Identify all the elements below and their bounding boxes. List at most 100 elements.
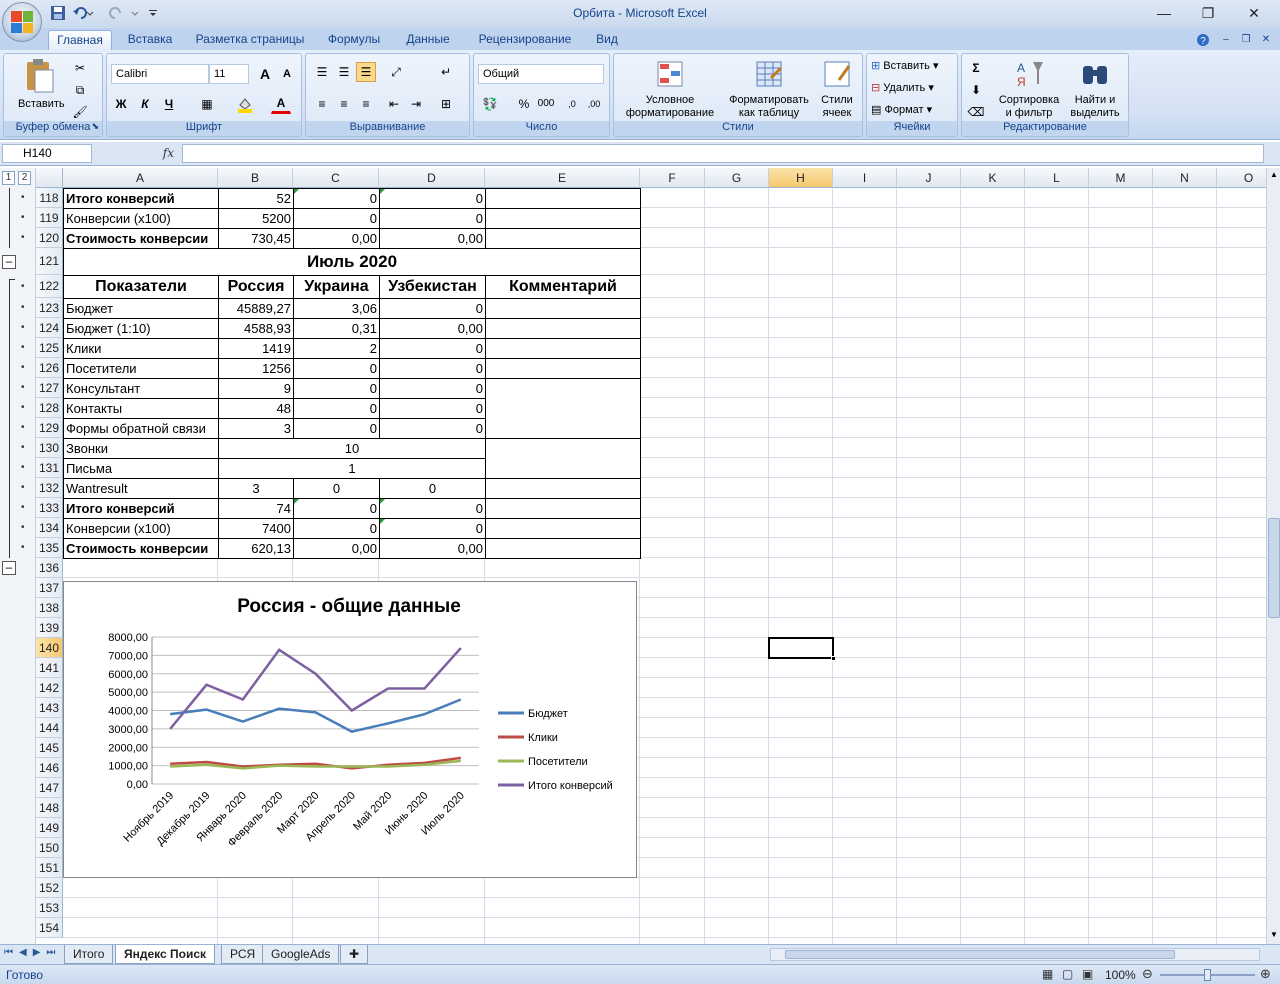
line-chart[interactable]: Россия - общие данные 0,00 1000,00 2000,00 3… <box>63 581 637 878</box>
percent-button[interactable]: % <box>514 94 534 114</box>
increase-decimal-button[interactable]: ,0 <box>562 94 582 114</box>
delete-cells-button[interactable]: ⊟ Удалить ▾ <box>871 82 934 95</box>
conditional-formatting-button[interactable]: Условное форматирование <box>618 58 722 120</box>
align-bottom-icon[interactable]: ☰ <box>356 62 376 82</box>
ribbon-close-icon[interactable]: ✕ <box>1258 30 1274 50</box>
thousands-button[interactable]: 000 <box>536 94 556 114</box>
align-right-icon[interactable]: ≡ <box>356 94 376 114</box>
horizontal-scrollbar[interactable] <box>770 948 1260 961</box>
wrap-text-icon[interactable]: ↵ <box>436 62 456 82</box>
column-header-F[interactable]: F <box>640 168 705 188</box>
tab-review[interactable]: Рецензирование <box>470 30 580 50</box>
row-header-145[interactable]: 145 <box>36 738 63 758</box>
row-header-146[interactable]: 146 <box>36 758 63 778</box>
clear-icon[interactable]: ⌫ <box>966 102 986 122</box>
row-header-120[interactable]: 120 <box>36 228 63 248</box>
row-header-118[interactable]: 118 <box>36 188 63 208</box>
sheet-tab-googleads[interactable]: GoogleAds <box>262 945 340 964</box>
restore-icon[interactable]: ❐ <box>1198 4 1218 22</box>
tab-home[interactable]: Главная <box>48 30 112 50</box>
column-header-B[interactable]: B <box>218 168 293 188</box>
format-as-table-button[interactable]: Форматировать как таблицу <box>724 58 814 120</box>
row-header-131[interactable]: 131 <box>36 458 63 478</box>
autosum-button[interactable]: Σ <box>966 58 986 78</box>
column-header-E[interactable]: E <box>485 168 640 188</box>
row-header-148[interactable]: 148 <box>36 798 63 818</box>
number-format-select[interactable]: Общий <box>478 64 604 84</box>
vertical-scroll-thumb[interactable] <box>1268 518 1280 618</box>
row-header-119[interactable]: 119 <box>36 208 63 228</box>
tab-formulas[interactable]: Формулы <box>322 30 386 50</box>
row-header-140[interactable]: 140 <box>36 638 63 658</box>
horizontal-scroll-thumb[interactable] <box>785 950 1175 959</box>
underline-button[interactable]: Ч <box>159 94 179 114</box>
row-header-150[interactable]: 150 <box>36 838 63 858</box>
font-color-button[interactable]: A <box>271 94 291 114</box>
row-header-147[interactable]: 147 <box>36 778 63 798</box>
column-header-J[interactable]: J <box>897 168 961 188</box>
view-normal-icon[interactable]: ▦ <box>1042 967 1053 981</box>
row-header-123[interactable]: 123 <box>36 298 63 318</box>
orientation-icon[interactable]: ⤢ <box>386 62 406 82</box>
paste-button[interactable]: Вставить <box>18 58 65 120</box>
insert-cells-button[interactable]: ⊞ Вставить ▾ <box>871 60 939 73</box>
column-header-M[interactable]: M <box>1089 168 1153 188</box>
column-header-G[interactable]: G <box>705 168 769 188</box>
view-page-layout-icon[interactable]: ▢ <box>1062 967 1073 981</box>
currency-icon[interactable]: 💱 <box>480 94 500 114</box>
view-page-break-icon[interactable]: ▣ <box>1082 967 1093 981</box>
increase-indent-icon[interactable]: ⇥ <box>406 94 426 114</box>
collapse-group-icon[interactable]: – <box>2 254 16 269</box>
collapse-group-icon[interactable]: – <box>2 561 16 575</box>
font-size-select[interactable]: 11 <box>209 64 249 84</box>
column-header-A[interactable]: A <box>63 168 218 188</box>
row-header-149[interactable]: 149 <box>36 818 63 838</box>
borders-icon[interactable]: ▦ <box>197 94 217 114</box>
column-header-C[interactable]: C <box>293 168 379 188</box>
cut-icon[interactable]: ✂ <box>70 58 90 78</box>
copy-icon[interactable]: ⧉ <box>70 80 90 100</box>
row-header-142[interactable]: 142 <box>36 678 63 698</box>
row-header-122[interactable]: 122 <box>36 275 63 298</box>
decrease-decimal-button[interactable]: ,00 <box>584 94 604 114</box>
align-center-icon[interactable]: ≡ <box>334 94 354 114</box>
outline-level-1-button[interactable]: 1 <box>2 171 15 185</box>
office-button[interactable] <box>2 2 42 42</box>
decrease-indent-icon[interactable]: ⇤ <box>384 94 404 114</box>
row-header-153[interactable]: 153 <box>36 898 63 918</box>
sort-filter-button[interactable]: АЯ Сортировка и фильтр <box>994 58 1064 120</box>
fill-color-icon[interactable] <box>235 94 255 114</box>
row-header-137[interactable]: 137 <box>36 578 63 598</box>
row-header-125[interactable]: 125 <box>36 338 63 358</box>
row-header-126[interactable]: 126 <box>36 358 63 378</box>
row-header-124[interactable]: 124 <box>36 318 63 338</box>
row-header-138[interactable]: 138 <box>36 598 63 618</box>
outline-level-2-button[interactable]: 2 <box>18 171 31 185</box>
row-header-135[interactable]: 135 <box>36 538 63 558</box>
minimize-icon[interactable]: — <box>1154 4 1174 22</box>
fill-icon[interactable]: ⬇ <box>966 80 986 100</box>
ribbon-minimize-icon[interactable]: – <box>1218 30 1234 50</box>
format-painter-icon[interactable]: 🖌 <box>70 102 90 122</box>
formula-input[interactable] <box>182 144 1264 163</box>
font-name-select[interactable]: Calibri <box>111 64 209 84</box>
column-header-H[interactable]: H <box>769 168 833 188</box>
insert-sheet-icon[interactable]: ✚ <box>340 945 369 964</box>
row-header-134[interactable]: 134 <box>36 518 63 538</box>
sheet-tab-rsya[interactable]: РСЯ <box>221 945 265 964</box>
active-cell[interactable] <box>768 637 836 661</box>
column-header-K[interactable]: K <box>961 168 1025 188</box>
column-header-D[interactable]: D <box>379 168 485 188</box>
column-header-I[interactable]: I <box>833 168 897 188</box>
tab-data[interactable]: Данные <box>398 30 458 50</box>
align-top-icon[interactable]: ☰ <box>312 62 332 82</box>
row-header-132[interactable]: 132 <box>36 478 63 498</box>
select-all-corner[interactable] <box>36 168 63 188</box>
fill-handle[interactable] <box>831 656 836 661</box>
column-header-N[interactable]: N <box>1153 168 1217 188</box>
name-box[interactable]: H140 <box>2 144 92 163</box>
format-cells-button[interactable]: ▤ Формат ▾ <box>871 104 932 117</box>
row-header-129[interactable]: 129 <box>36 418 63 438</box>
row-header-141[interactable]: 141 <box>36 658 63 678</box>
zoom-out-icon[interactable]: ⊖ <box>1142 966 1153 982</box>
